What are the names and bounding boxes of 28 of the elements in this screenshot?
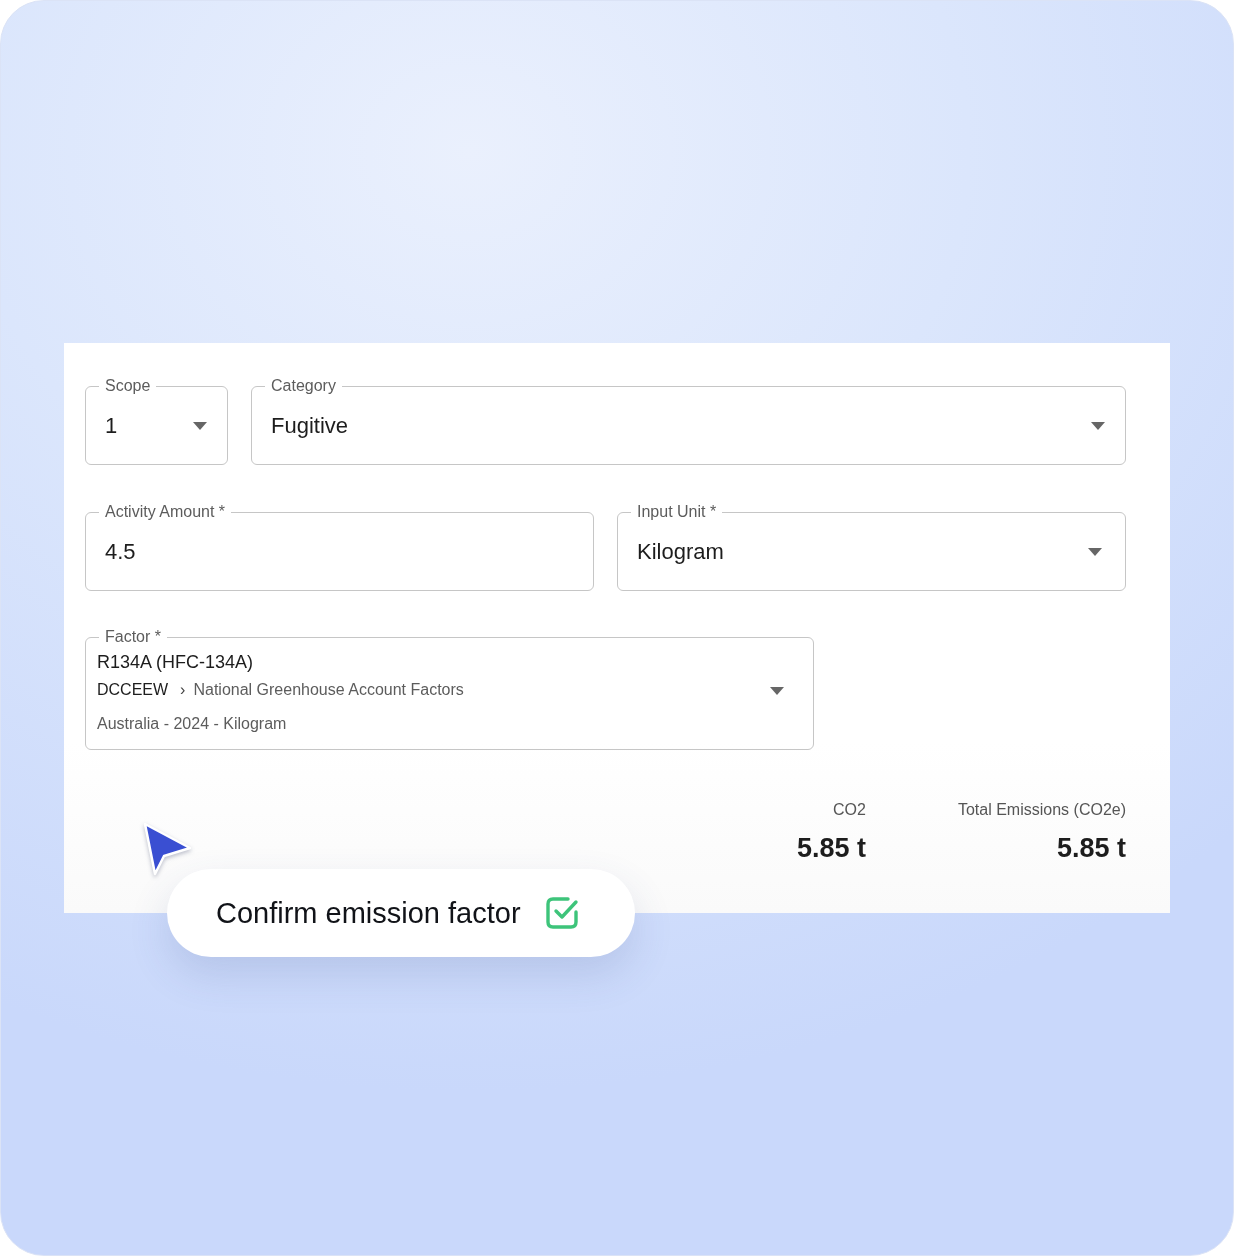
caret-icon <box>770 687 784 695</box>
factor-dataset: National Greenhouse Account Factors <box>193 680 464 700</box>
field-label: Category <box>270 377 337 395</box>
caret-icon <box>1091 422 1105 430</box>
activity-amount-field[interactable]: Activity Amount * 4.5 <box>85 503 594 591</box>
input-unit-select[interactable]: Input Unit * Kilogram <box>617 503 1126 591</box>
result-value: 5.85 t <box>1056 832 1126 864</box>
select-value: 1 <box>105 413 118 439</box>
factor-name: R134A (HFC-134A) <box>97 651 254 674</box>
breadcrumb-separator: › <box>180 680 186 700</box>
result-label: Total Emissions (CO2e) <box>957 800 1126 820</box>
factor-select[interactable]: Factor * R134A (HFC-134A) DCCEEW › National Greenhouse Account Factors Australia - 2024 - Kilogram <box>85 628 814 750</box>
caret-icon <box>193 422 207 430</box>
select-value: Kilogram <box>637 539 724 565</box>
callout-text: Confirm emission factor <box>216 896 521 930</box>
field-label: Factor * <box>104 628 162 646</box>
scope-select[interactable]: Scope 1 <box>85 377 228 465</box>
result-value: 5.85 t <box>796 832 866 864</box>
factor-source: DCCEEW <box>97 680 169 700</box>
select-value: Fugitive <box>271 413 349 439</box>
field-label: Activity Amount * <box>104 503 227 521</box>
field-label: Input Unit * <box>636 503 718 521</box>
caret-icon <box>1088 548 1102 556</box>
field-label: Scope <box>104 377 152 395</box>
factor-details: Australia - 2024 - Kilogram <box>97 714 287 734</box>
category-select[interactable]: Category Fugitive <box>251 377 1126 465</box>
input-value: 4.5 <box>105 539 136 565</box>
result-label: CO2 <box>833 800 866 820</box>
